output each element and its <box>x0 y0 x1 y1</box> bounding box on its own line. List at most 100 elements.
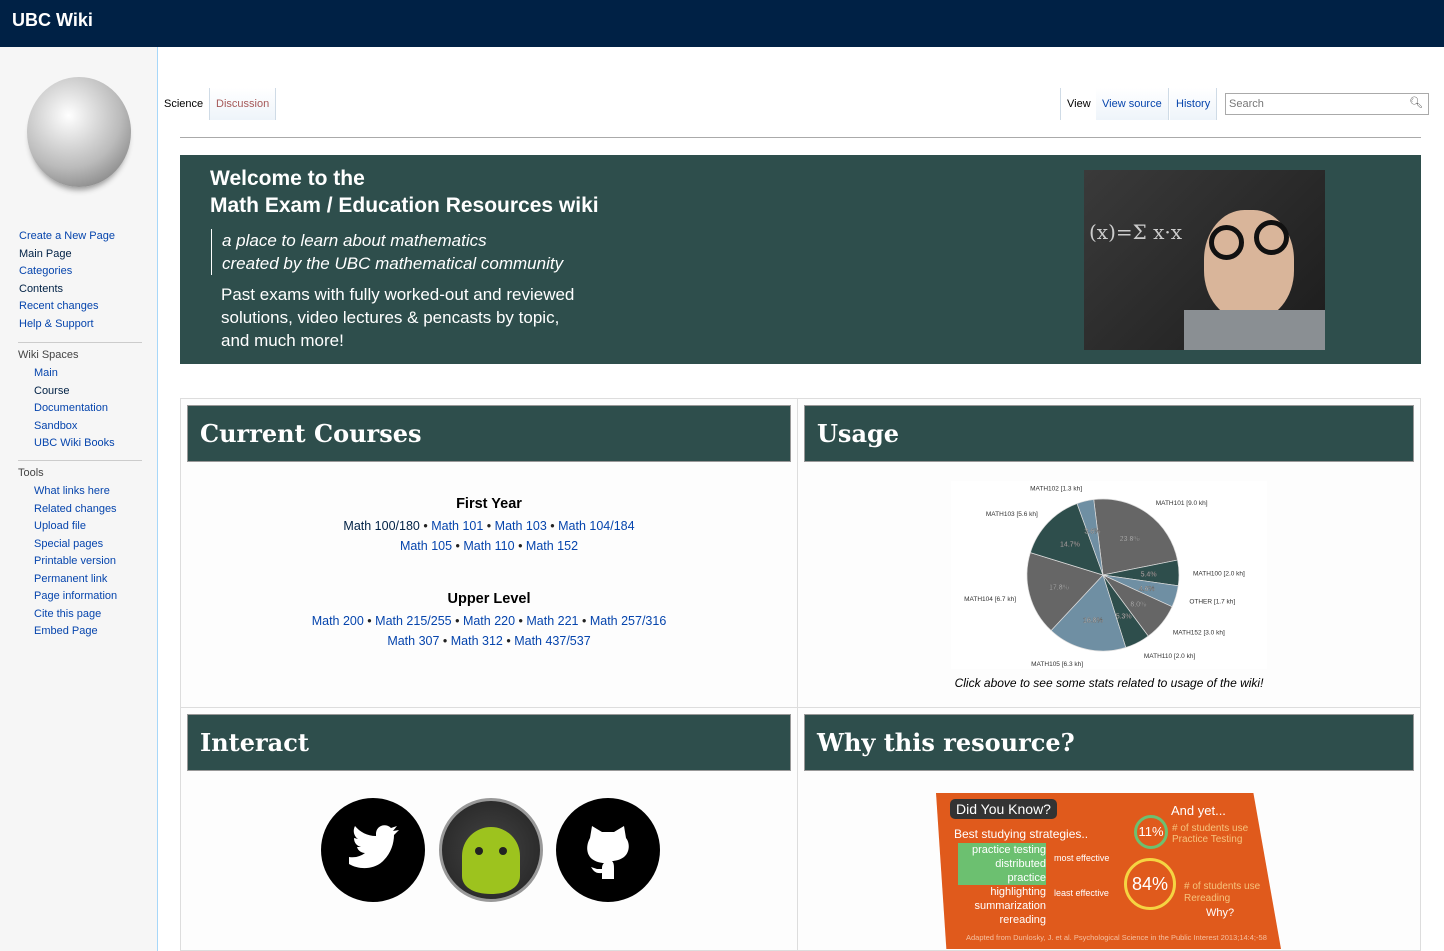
course-link[interactable]: Math 104/184 <box>558 519 634 533</box>
course-link[interactable]: Math 152 <box>526 539 578 553</box>
sidebar-link[interactable]: Special pages <box>34 536 158 554</box>
ubc-wiki-logo[interactable] <box>27 77 131 187</box>
stat-rereading: 84% <box>1124 858 1176 910</box>
interact-panel: Interact <box>180 707 798 951</box>
pie-pct-label: 4.6% <box>1139 586 1155 593</box>
tab-discussion[interactable]: Discussion <box>210 88 277 120</box>
and-yet-label: And yet... <box>1171 803 1226 818</box>
banner-description: Past exams with fully worked-out and rev… <box>221 285 575 304</box>
separator: • <box>439 634 451 648</box>
course-link[interactable]: Math 220 <box>463 614 515 628</box>
usage-pie-chart[interactable]: 23.8% MATH101 [9.0 kh] 5.4% MATH100 [2.0 kh… <box>951 481 1267 669</box>
sidebar-link[interactable]: Categories <box>19 263 158 281</box>
sidebar-link[interactable]: Recent changes <box>19 298 158 316</box>
sidebar-link[interactable]: Related changes <box>34 501 158 519</box>
separator: • <box>578 614 590 628</box>
banner-title: Welcome to the <box>210 167 365 190</box>
banner-title: Math Exam / Education Resources wiki <box>210 194 599 217</box>
pie-slice-label: MATH152 [3.0 kh] <box>1173 630 1225 637</box>
tab-history[interactable]: History <box>1170 88 1218 120</box>
course-link[interactable]: Math 437/537 <box>514 634 590 648</box>
strategy: practice testing <box>958 843 1046 857</box>
pie-pct-label: 8.0% <box>1130 602 1146 609</box>
twitter-icon[interactable] <box>321 798 425 902</box>
separator: • <box>546 519 559 533</box>
github-icon[interactable] <box>556 798 660 902</box>
sidebar-link[interactable]: Sandbox <box>34 418 158 436</box>
stat-practice-testing: 11% <box>1134 815 1168 849</box>
sidebar-link[interactable]: Cite this page <box>34 606 158 624</box>
search-input[interactable]: Search 🔍︎ <box>1225 93 1429 115</box>
infographic-subheading: Best studying strategies.. <box>954 827 1089 841</box>
section-heading: Usage <box>804 405 1414 462</box>
sidebar-link[interactable]: Help & Support <box>19 316 158 334</box>
banner-tagline: created by the UBC mathematical communit… <box>222 254 564 273</box>
tab-view-source[interactable]: View source <box>1096 88 1169 120</box>
separator: • <box>502 634 515 648</box>
first-year-heading: First Year <box>456 496 522 512</box>
course-link[interactable]: Math 110 <box>463 539 514 553</box>
course-link[interactable]: Math 100/180 <box>343 519 419 533</box>
sidebar-link[interactable]: What links here <box>34 483 158 501</box>
why-label: Why? <box>1206 907 1235 919</box>
course-link[interactable]: Math 105 <box>400 539 452 553</box>
tab-science[interactable]: Science <box>158 88 211 120</box>
sidebar-link[interactable]: Contents <box>19 281 158 299</box>
divider <box>180 137 1421 138</box>
sidebar-link[interactable]: Page information <box>34 588 158 606</box>
sidebar-nav: Create a New Page Main Page Categories C… <box>0 228 158 333</box>
sidebar-link[interactable]: Embed Page <box>34 623 158 641</box>
separator: • <box>452 539 464 553</box>
course-link[interactable]: Math 221 <box>526 614 578 628</box>
sidebar-link[interactable]: Create a New Page <box>19 228 158 246</box>
course-link[interactable]: Math 307 <box>387 634 439 648</box>
sidebar-link[interactable]: Printable version <box>34 553 158 571</box>
welcome-banner: Welcome to the Math Exam / Education Res… <box>180 155 1421 364</box>
banner-description: solutions, video lectures & pencasts by … <box>221 308 560 327</box>
course-link[interactable]: Math 257/316 <box>590 614 666 628</box>
tab-label: View source <box>1102 98 1162 110</box>
pie-pct-label: 16.8% <box>1083 617 1103 624</box>
first-year-courses: First Year Math 100/180 • Math 101 • Mat… <box>181 494 797 556</box>
page-tabs: Science Discussion View View source Hist… <box>158 88 1444 120</box>
section-heading: Why this resource? <box>804 714 1414 771</box>
course-link[interactable]: Math 103 <box>495 519 547 533</box>
pie-slice-label: MATH110 [2.0 kh] <box>1144 653 1196 660</box>
pie-pct-label: 5.4% <box>1141 572 1157 579</box>
separator: • <box>514 539 526 553</box>
separator: • <box>451 614 463 628</box>
sidebar-link[interactable]: Course <box>34 383 158 401</box>
search-icon[interactable]: 🔍︎ <box>1409 96 1423 109</box>
strategy: highlighting <box>990 886 1046 898</box>
current-courses-panel: Current Courses First Year Math 100/180 … <box>180 398 798 708</box>
section-heading: Current Courses <box>187 405 791 462</box>
pie-slice-label: MATH105 [6.3 kh] <box>1031 661 1083 668</box>
separator: • <box>363 614 376 628</box>
most-effective-label: most effective <box>1054 853 1110 863</box>
course-link[interactable]: Math 200 <box>312 614 364 628</box>
usage-caption: Click above to see some stats related to… <box>954 676 1264 690</box>
course-link[interactable]: Math 215/255 <box>375 614 451 628</box>
android-icon[interactable] <box>439 798 543 902</box>
pie-slice-label: MATH100 [2.0 kh] <box>1193 570 1245 577</box>
sidebar-link[interactable]: Main Page <box>19 246 158 264</box>
pie-slice-label: MATH103 [5.6 kh] <box>986 511 1038 518</box>
wiki-spaces: Wiki Spaces Main Course Documentation Sa… <box>0 342 158 453</box>
banner-tagline: a place to learn about mathematics <box>222 231 487 250</box>
separator: • <box>483 519 495 533</box>
strategy: rereading <box>999 914 1046 926</box>
sidebar-link[interactable]: Permanent link <box>34 571 158 589</box>
sidebar-link[interactable]: UBC Wiki Books <box>34 435 158 453</box>
tab-view[interactable]: View <box>1060 88 1098 120</box>
site-title[interactable]: UBC Wiki <box>12 10 93 30</box>
course-link[interactable]: Math 312 <box>451 634 503 648</box>
separator: • <box>515 614 527 628</box>
banner-image-boy-chalkboard: (x)=Σ x·x <box>1084 170 1325 350</box>
search-placeholder: Search <box>1229 98 1264 110</box>
sidebar-link[interactable]: Upload file <box>34 518 158 536</box>
course-link[interactable]: Math 101 <box>431 519 483 533</box>
sidebar-link[interactable]: Documentation <box>34 400 158 418</box>
upper-level-courses: Upper Level Math 200 • Math 215/255 • Ma… <box>181 589 797 651</box>
sidebar-link[interactable]: Main <box>34 365 158 383</box>
tab-label: Discussion <box>216 98 270 110</box>
